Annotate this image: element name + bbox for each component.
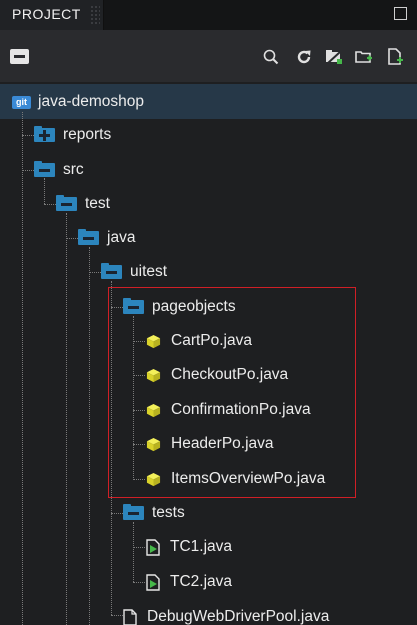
folder-collapsed-icon — [34, 126, 55, 142]
tree-item-label: TC1.java — [170, 538, 233, 555]
tree-root-java-demoshop[interactable]: git java-demoshop — [12, 85, 144, 119]
test-file-icon — [146, 573, 160, 591]
tree-item-label: test — [85, 195, 110, 212]
folder-expanded-icon — [123, 504, 144, 520]
refresh-icon[interactable] — [295, 48, 313, 66]
tree-folder-tests[interactable]: tests — [123, 496, 185, 530]
tree-guide-line — [22, 112, 23, 625]
tree-folder-test[interactable]: test — [56, 187, 110, 221]
tree-folder-uitest[interactable]: uitest — [101, 255, 167, 289]
tree-item-label: TC2.java — [170, 573, 233, 590]
drag-grip-icon[interactable] — [90, 5, 100, 25]
tree-file-debugwebdriverpool[interactable]: DebugWebDriverPool.java — [123, 600, 329, 625]
tree-guide-line — [89, 247, 90, 625]
tree-guide-line — [133, 582, 145, 583]
tree-root-label: java-demoshop — [38, 93, 144, 110]
folder-expanded-icon — [56, 195, 77, 211]
collapse-all-icon[interactable] — [10, 49, 29, 64]
tree-guide-line — [133, 522, 134, 582]
new-folder-icon[interactable] — [355, 48, 373, 66]
tree-item-label: tests — [152, 504, 185, 521]
folder-expanded-icon — [101, 263, 122, 279]
tree-guide-line — [66, 213, 67, 625]
tab-bar: PROJECT — [0, 0, 417, 30]
tree-folder-reports[interactable]: reports — [34, 118, 111, 152]
tab-project-label: PROJECT — [12, 6, 81, 22]
tree-guide-line — [22, 135, 34, 136]
tree-folder-src[interactable]: src — [34, 153, 84, 187]
test-file-icon — [146, 538, 160, 556]
tree-item-label: java — [107, 229, 136, 246]
search-icon[interactable] — [262, 48, 280, 66]
tree-item-label: src — [63, 161, 84, 178]
tree-guide-line — [44, 204, 56, 205]
maximize-icon[interactable] — [394, 7, 407, 20]
filter-icon[interactable] — [325, 48, 343, 66]
tree-guide-line — [111, 513, 123, 514]
tree-guide-line — [66, 238, 78, 239]
tree-item-label: uitest — [130, 263, 168, 280]
git-repo-icon: git — [12, 95, 31, 109]
tree-file-tc1[interactable]: TC1.java — [146, 530, 232, 564]
file-icon — [123, 608, 137, 625]
folder-expanded-icon — [34, 161, 55, 177]
tree-guide-line — [89, 272, 101, 273]
tree-guide-line — [133, 547, 145, 548]
tree-guide-line — [22, 170, 34, 171]
folder-expanded-icon — [78, 229, 99, 245]
highlight-annotation-box — [108, 287, 356, 498]
tab-project[interactable]: PROJECT — [0, 0, 104, 30]
tree-file-tc2[interactable]: TC2.java — [146, 565, 232, 599]
new-file-icon[interactable] — [386, 48, 404, 66]
tree-guide-line — [111, 615, 123, 616]
tree-folder-java[interactable]: java — [78, 221, 135, 255]
tree-item-label: DebugWebDriverPool.java — [147, 608, 330, 625]
tree-item-label: reports — [63, 126, 112, 143]
